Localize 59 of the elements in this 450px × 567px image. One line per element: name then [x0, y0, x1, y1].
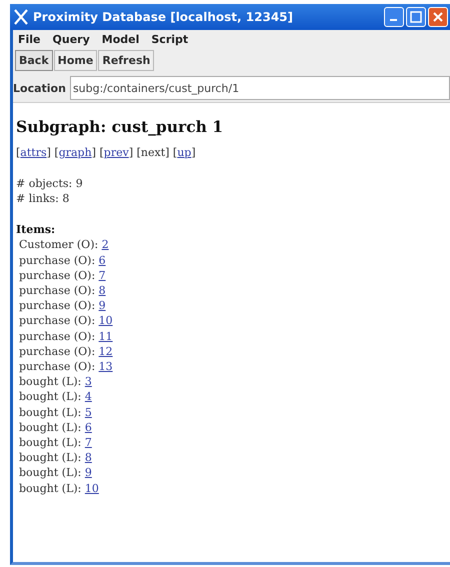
- item-row-text: bought (L): 3: [18, 374, 93, 390]
- location-field[interactable]: subg:/containers/cust_purch/1: [70, 76, 450, 100]
- item-row-text: purchase (O): 8: [18, 283, 107, 298]
- item-link[interactable]: 6: [98, 254, 106, 267]
- item-row-text: bought (L): 8: [18, 450, 93, 466]
- location-label: Location: [13, 82, 66, 94]
- item-link[interactable]: 4: [84, 390, 92, 404]
- menu-item[interactable]: Script: [151, 33, 188, 46]
- nav-link[interactable]: attrs: [20, 146, 47, 159]
- toolbar-button[interactable]: Home: [54, 50, 98, 71]
- item-link[interactable]: 10: [84, 482, 99, 495]
- minimize-icon: [390, 19, 397, 21]
- item-row-text: purchase (O): 9: [18, 298, 107, 314]
- item-row-text: bought (L): 6: [18, 420, 93, 436]
- stat-text: # objects: 9: [16, 176, 84, 192]
- item-link[interactable]: 10: [98, 314, 113, 328]
- item-row-text: purchase (O): 6: [18, 252, 107, 268]
- item-row-text: bought (L): 4: [18, 389, 93, 405]
- item-link[interactable]: 11: [98, 330, 113, 343]
- item-link[interactable]: 8: [98, 284, 106, 298]
- nav-link[interactable]: prev: [104, 146, 129, 159]
- item-row-text: purchase (O): 11: [18, 328, 114, 344]
- nav-link[interactable]: graph: [58, 146, 92, 159]
- item-link[interactable]: 7: [98, 268, 106, 282]
- item-link[interactable]: 8: [84, 451, 92, 464]
- menu-item[interactable]: File: [18, 33, 41, 46]
- item-row-text: bought (L): 7: [18, 435, 93, 450]
- item-row-text: bought (L): 10: [18, 480, 100, 496]
- toolbar-button[interactable]: Back: [15, 50, 53, 71]
- x-logo-icon: [13, 9, 29, 25]
- stat-text: # links: 8: [16, 191, 70, 206]
- item-row-text: purchase (O): 10: [18, 313, 114, 329]
- item-row-text: Customer (O): 2: [18, 237, 110, 253]
- close-button[interactable]: [428, 7, 448, 27]
- item-row-text: purchase (O): 12: [18, 344, 114, 360]
- nav-links: [attrs] [graph] [prev] [next] [up]: [16, 146, 197, 159]
- items-heading: Items:: [16, 222, 56, 238]
- item-link[interactable]: 9: [98, 299, 106, 312]
- maximize-button[interactable]: [406, 7, 426, 27]
- nav-link[interactable]: up: [177, 146, 192, 159]
- item-row-text: bought (L): 9: [18, 465, 93, 481]
- item-row-text: purchase (O): 13: [18, 359, 114, 374]
- nav-text: next: [140, 146, 166, 159]
- page-heading: Subgraph: cust_purch 1: [16, 117, 224, 136]
- item-link[interactable]: 2: [102, 238, 109, 252]
- item-link[interactable]: 7: [84, 436, 92, 450]
- window-title: Proximity Database [localhost, 12345]: [33, 10, 294, 24]
- item-link[interactable]: 5: [84, 406, 92, 419]
- menu-item[interactable]: Query: [52, 33, 90, 46]
- menu-item[interactable]: Model: [102, 33, 140, 46]
- item-link[interactable]: 13: [98, 360, 113, 374]
- item-row-text: purchase (O): 7: [18, 268, 107, 284]
- item-link[interactable]: 6: [84, 420, 92, 434]
- item-link[interactable]: 9: [84, 466, 92, 480]
- minimize-button[interactable]: [384, 7, 404, 27]
- item-row-text: bought (L): 5: [18, 404, 93, 420]
- item-link[interactable]: 12: [98, 344, 113, 358]
- item-link[interactable]: 3: [84, 375, 92, 388]
- toolbar-button[interactable]: Refresh: [98, 50, 154, 71]
